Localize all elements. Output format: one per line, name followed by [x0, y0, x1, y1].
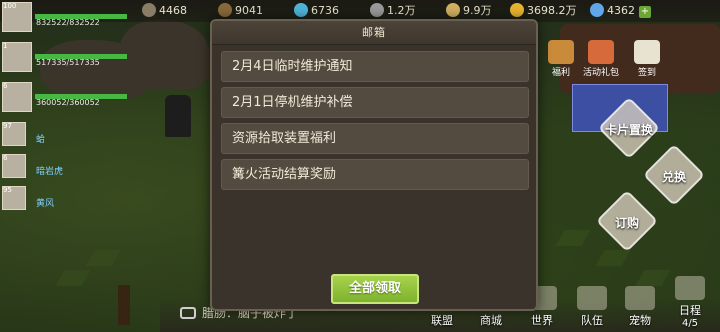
team-member[interactable]: 6 暗岩虎 — [0, 154, 130, 182]
chat-bubble-icon — [180, 307, 196, 319]
welfare-button[interactable]: 福利 — [548, 40, 574, 78]
calendar-icon — [634, 40, 660, 64]
mailbox-title: 邮箱 — [362, 26, 386, 39]
resource-wood: 9041 — [218, 3, 263, 19]
team-member[interactable]: 97 蛤 — [0, 122, 130, 150]
resource-stone: 1.2万 — [370, 3, 416, 19]
resource-food: 9.9万 — [446, 3, 492, 19]
paw-icon — [625, 286, 655, 310]
gift-box-icon — [548, 40, 574, 64]
add-diamond-button[interactable]: + — [639, 6, 651, 18]
daily-count: 4/5 — [681, 318, 699, 329]
member-name: 黄风 — [36, 199, 55, 209]
mail-item[interactable]: 2月4日临时维护通知 — [221, 51, 529, 82]
food-icon — [446, 3, 460, 17]
member-level: 97 — [3, 122, 12, 130]
team-member[interactable]: 100 832522/832522 — [0, 2, 130, 38]
resource-gold: 3698.2万 — [510, 3, 577, 19]
member-level: 6 — [3, 154, 8, 162]
stone-icon — [370, 3, 384, 17]
diamond-icon — [590, 3, 604, 17]
crystal-icon — [294, 3, 308, 17]
wood-icon — [218, 3, 232, 17]
resource-diamond: 4362 + — [590, 3, 651, 19]
mail-list: 2月4日临时维护通知 2月1日停机维护补偿 资源拾取装置福利 篝火活动结算奖励 — [221, 51, 529, 195]
member-level: 1 — [3, 42, 8, 50]
mail-item[interactable]: 篝火活动结算奖励 — [221, 159, 529, 190]
hp-text: 832522/832522 — [36, 18, 100, 27]
mailbox-header: 邮箱 — [212, 21, 536, 45]
gift-bag-icon — [588, 40, 614, 64]
hp-text: 360052/360052 — [36, 98, 100, 107]
claim-all-button[interactable]: 全部领取 — [331, 274, 419, 304]
mail-item[interactable]: 2月1日停机维护补偿 — [221, 87, 529, 118]
mail-item[interactable]: 资源拾取装置福利 — [221, 123, 529, 154]
mailbox-dialog: 邮箱 2月4日临时维护通知 2月1日停机维护补偿 资源拾取装置福利 篝火活动结算… — [210, 19, 538, 311]
sign-in-button[interactable]: 签到 — [634, 40, 660, 78]
member-level: 95 — [3, 186, 12, 194]
nav-daily[interactable]: 日程 4/5 — [672, 276, 708, 329]
team-member[interactable]: 95 黄风 — [0, 186, 130, 214]
team-member[interactable]: 1 517335/517335 — [0, 42, 130, 78]
member-level: 6 — [3, 82, 8, 90]
nav-pet[interactable]: 宠物 — [622, 286, 658, 328]
schedule-icon — [675, 276, 705, 300]
gold-coin-icon — [510, 3, 524, 17]
activity-gift-button[interactable]: 活动礼包 — [583, 40, 619, 78]
team-list: 100 832522/832522 1 517335/517335 6 3600… — [0, 2, 130, 218]
hp-text: 517335/517335 — [36, 58, 100, 67]
team-member[interactable]: 6 360052/360052 — [0, 82, 130, 118]
resource-stamina: 4468 — [142, 3, 187, 19]
resource-crystal: 6736 — [294, 3, 339, 19]
stamina-icon — [142, 3, 156, 17]
member-name: 暗岩虎 — [36, 167, 64, 177]
member-level: 100 — [3, 2, 17, 10]
nav-team[interactable]: 队伍 — [574, 286, 610, 328]
team-icon — [577, 286, 607, 310]
member-name: 蛤 — [36, 135, 46, 145]
